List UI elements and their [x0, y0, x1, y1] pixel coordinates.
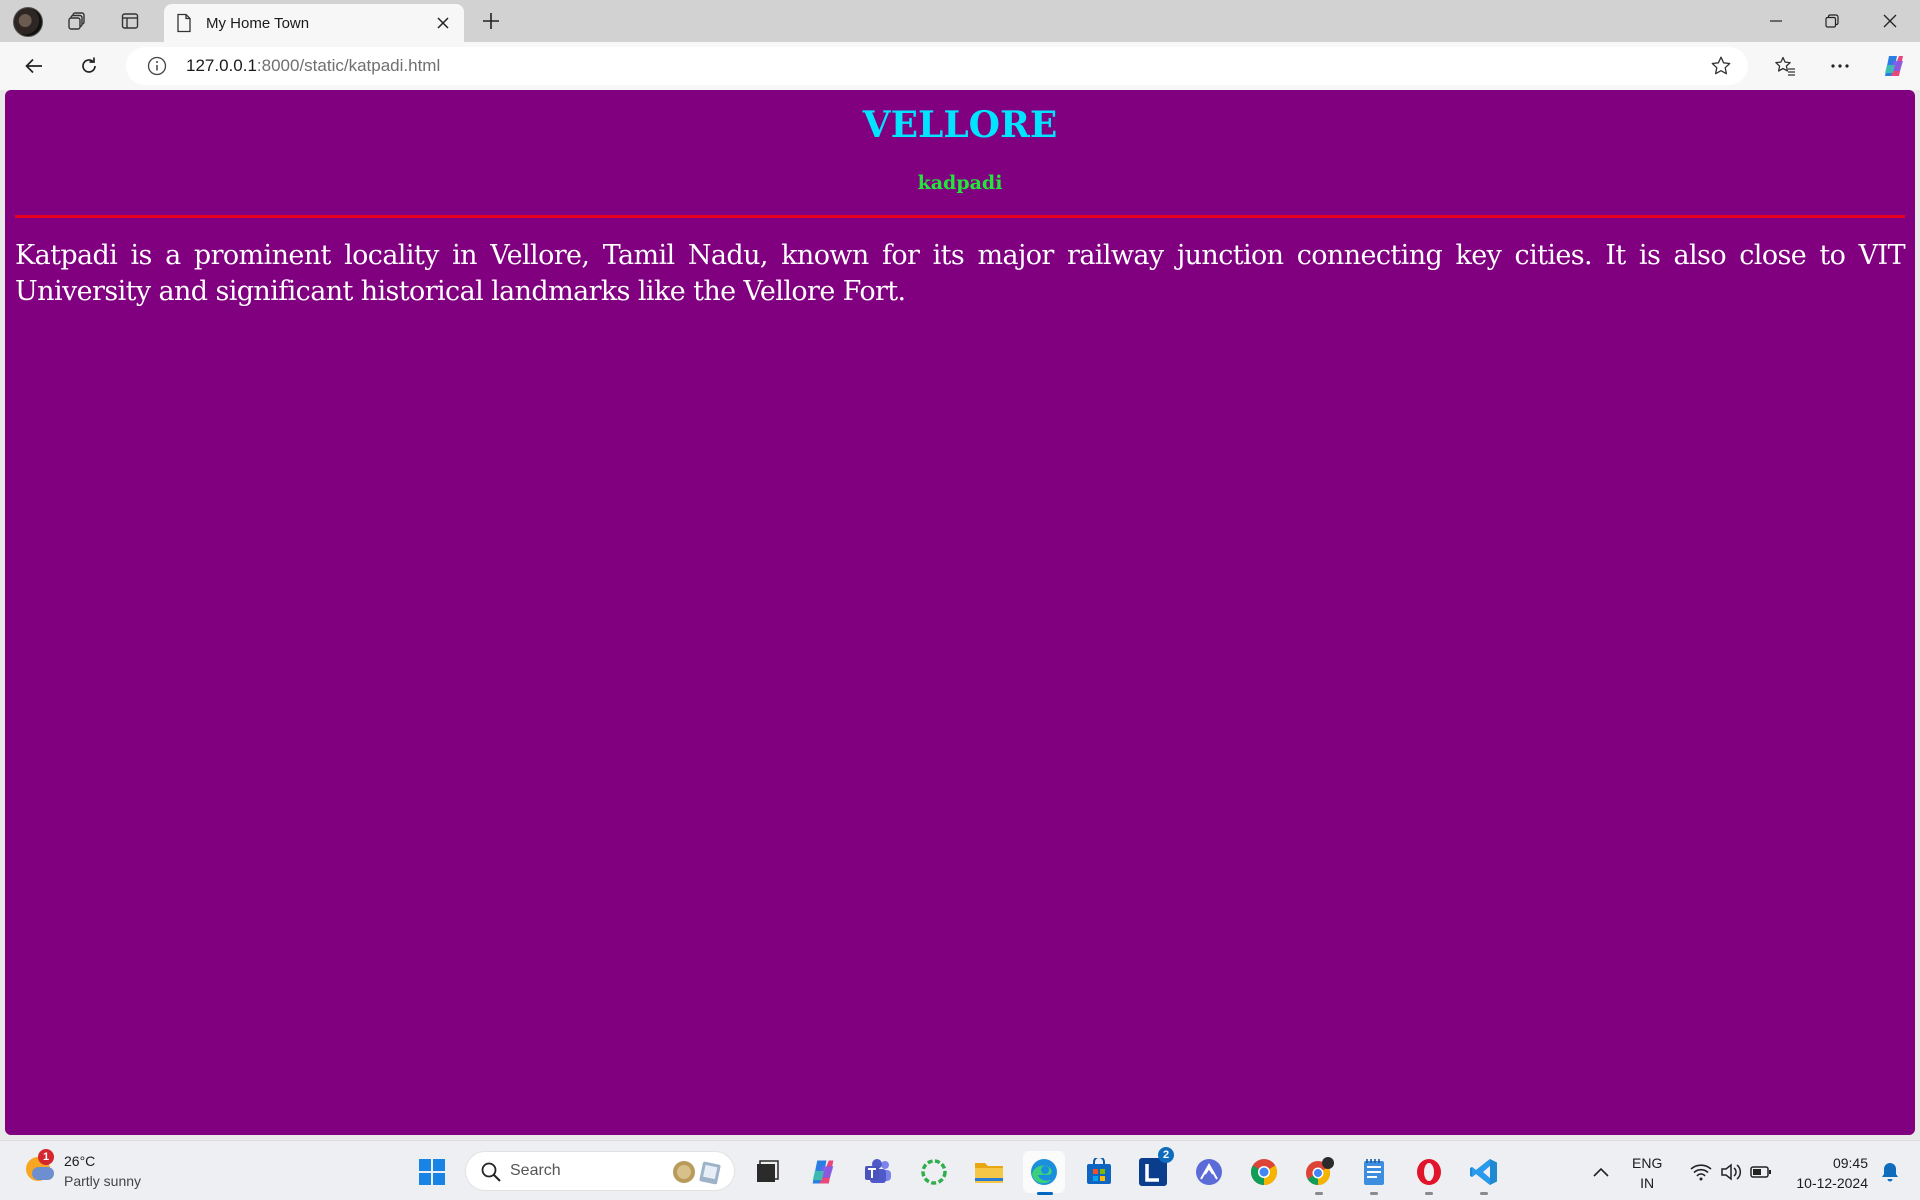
- taskbar: 1 26°C Partly sunny Search 2 ENG IN 09:4…: [0, 1140, 1920, 1200]
- taskbar-app-a[interactable]: [1188, 1151, 1230, 1193]
- vscode-icon: [1470, 1159, 1497, 1185]
- copilot-icon: [1885, 56, 1903, 76]
- weather-badge: 1: [38, 1149, 54, 1165]
- taskbar-app-notepad[interactable]: [1353, 1151, 1395, 1195]
- chrome-icon: [1250, 1159, 1278, 1186]
- taskbar-app-store[interactable]: [1078, 1151, 1120, 1193]
- minimize-icon: [1770, 20, 1782, 22]
- copilot-icon: [812, 1160, 834, 1184]
- chevron-up-icon: [1593, 1167, 1609, 1177]
- wifi-icon: [1690, 1164, 1712, 1181]
- restore-button[interactable]: [1804, 0, 1860, 42]
- workspaces-button[interactable]: [57, 4, 97, 38]
- horizontal-rule: [15, 215, 1905, 218]
- windows-start-icon: [419, 1159, 445, 1185]
- plus-icon: [483, 13, 499, 29]
- quick-settings-button[interactable]: [1676, 1151, 1786, 1193]
- minimize-button[interactable]: [1748, 0, 1804, 42]
- language-line2: IN: [1640, 1175, 1655, 1191]
- taskbar-app-edge[interactable]: [1023, 1151, 1065, 1195]
- page-icon: [177, 13, 191, 33]
- taskbar-app-copilot[interactable]: [802, 1151, 844, 1193]
- volume-icon: [1721, 1163, 1742, 1181]
- edge-icon: [1031, 1159, 1057, 1185]
- notepad-icon: [1364, 1159, 1384, 1185]
- taskbar-app-file-explorer[interactable]: [968, 1151, 1010, 1193]
- taskbar-app-l[interactable]: 2: [1132, 1147, 1174, 1193]
- taskbar-app-vscode[interactable]: [1463, 1151, 1505, 1195]
- notifications-button[interactable]: [1874, 1151, 1906, 1193]
- url-text[interactable]: 127.0.0.1:8000/static/katpadi.html: [186, 56, 440, 76]
- start-button[interactable]: [411, 1151, 453, 1193]
- page-subheading: kadpadi: [917, 172, 1003, 194]
- battery-icon: [1750, 1166, 1771, 1178]
- opera-icon: [1417, 1159, 1441, 1185]
- profile-avatar[interactable]: [13, 7, 43, 37]
- teams-icon: [865, 1159, 891, 1183]
- page-paragraph: Katpadi is a prominent locality in Vello…: [15, 240, 1906, 307]
- more-icon: [1831, 64, 1849, 68]
- vertical-tabs-button[interactable]: [110, 4, 150, 38]
- weather-widget[interactable]: 1 26°C Partly sunny: [22, 1149, 162, 1193]
- copilot-button[interactable]: [1876, 48, 1912, 84]
- browser-toolbar: 127.0.0.1:8000/static/katpadi.html: [0, 42, 1920, 90]
- star-icon[interactable]: [1710, 55, 1732, 77]
- language-indicator[interactable]: ENG IN: [1632, 1153, 1662, 1193]
- show-hidden-icons-button[interactable]: [1580, 1151, 1622, 1193]
- taskbar-app-chrome-profile[interactable]: [1298, 1151, 1340, 1195]
- weather-condition: Partly sunny: [64, 1173, 142, 1189]
- weather-cloud-icon: [32, 1167, 54, 1180]
- clock-date: 10-12-2024: [1796, 1175, 1868, 1191]
- chrome-profile-icon: [1306, 1157, 1334, 1185]
- search-icon: [481, 1162, 501, 1182]
- refresh-button[interactable]: [71, 48, 107, 84]
- url-path: :8000/static/katpadi.html: [256, 56, 441, 75]
- page-body: VELLORE kadpadi Katpadi is a prominent l…: [5, 104, 1915, 310]
- back-button[interactable]: [16, 48, 52, 84]
- l-app-badge: 2: [1158, 1147, 1174, 1163]
- refresh-icon: [82, 57, 96, 73]
- green-ring-icon: [921, 1159, 947, 1185]
- back-icon: [25, 58, 42, 74]
- file-icon: [757, 1160, 779, 1182]
- search-highlight-icon: [673, 1161, 721, 1185]
- page-viewport: VELLORE kadpadi Katpadi is a prominent l…: [5, 90, 1915, 1135]
- system-clock[interactable]: 09:45 10-12-2024: [1782, 1153, 1868, 1193]
- tab-title: My Home Town: [206, 14, 310, 32]
- weather-temperature: 26°C: [64, 1153, 96, 1169]
- a-app-icon: [1196, 1159, 1222, 1185]
- taskbar-app-opera[interactable]: [1408, 1151, 1450, 1195]
- close-window-button[interactable]: [1862, 0, 1918, 42]
- tab-actions-icon: [121, 13, 139, 29]
- url-host: 127.0.0.1: [186, 56, 257, 75]
- page-heading: VELLORE: [862, 104, 1058, 146]
- workspaces-icon: [68, 12, 85, 30]
- new-tab-button[interactable]: [471, 4, 511, 38]
- more-button[interactable]: [1822, 48, 1858, 84]
- taskbar-app-chrome[interactable]: [1243, 1151, 1285, 1193]
- browser-title-bar: My Home Town: [0, 0, 1920, 42]
- clock-time: 09:45: [1832, 1155, 1868, 1171]
- language-line1: ENG: [1632, 1155, 1663, 1171]
- taskbar-app-green-ring[interactable]: [913, 1151, 955, 1193]
- tab-close-button[interactable]: [430, 10, 456, 36]
- folder-icon: [975, 1163, 1003, 1183]
- favorites-button[interactable]: [1767, 48, 1803, 84]
- info-icon[interactable]: [146, 55, 168, 77]
- favorites-icon: [1775, 56, 1795, 76]
- bell-icon: [1882, 1163, 1898, 1182]
- taskbar-search[interactable]: Search: [465, 1151, 735, 1191]
- tab-my-home-town[interactable]: My Home Town: [164, 4, 464, 42]
- restore-icon: [1825, 14, 1839, 28]
- taskbar-app-file[interactable]: [746, 1151, 788, 1193]
- search-placeholder: Search: [510, 1162, 561, 1179]
- address-bar[interactable]: 127.0.0.1:8000/static/katpadi.html: [126, 47, 1748, 85]
- taskbar-app-teams[interactable]: [857, 1151, 899, 1193]
- store-icon: [1087, 1158, 1111, 1184]
- close-icon: [437, 17, 449, 29]
- close-icon: [1883, 14, 1897, 28]
